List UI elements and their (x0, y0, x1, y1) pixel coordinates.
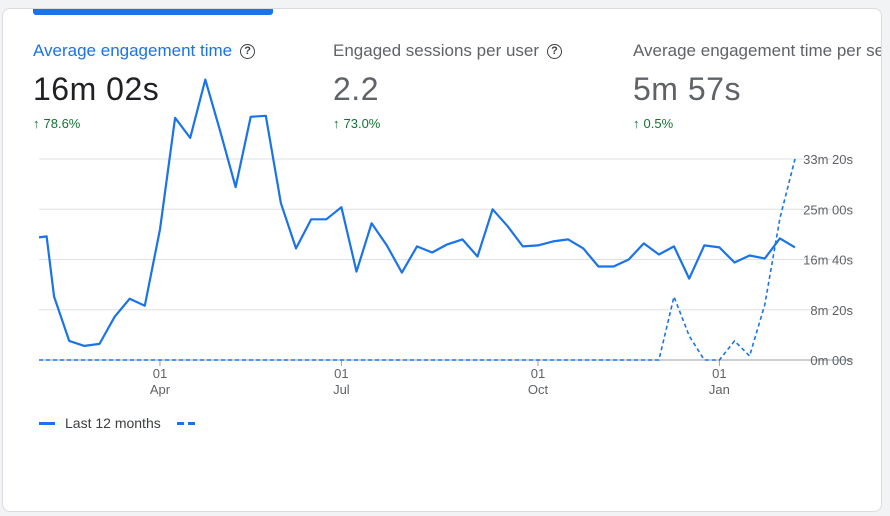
x-tick-month-label: Oct (528, 382, 549, 397)
y-tick-label: 16m 40s (803, 253, 853, 268)
y-tick-label: 33m 20s (803, 152, 853, 167)
x-tick-day-label: 01 (531, 366, 545, 381)
legend-solid-swatch (39, 421, 55, 425)
y-tick-label: 8m 20s (810, 303, 853, 318)
x-tick-day-label: 01 (712, 366, 726, 381)
x-tick-month-label: Apr (150, 382, 171, 397)
x-tick-month-label: Jul (333, 382, 350, 397)
engagement-line-chart: 0m 00s8m 20s16m 40s25m 00s33m 20s01Apr01… (38, 78, 853, 397)
y-tick-label: 0m 00s (810, 353, 853, 368)
legend-dashed-swatch (176, 421, 199, 425)
x-tick-day-label: 01 (153, 366, 167, 381)
engagement-card: Average engagement time ? 16m 02s ↑ 78.6… (2, 8, 882, 512)
y-tick-label: 25m 00s (803, 202, 853, 217)
x-tick-day-label: 01 (334, 366, 348, 381)
x-tick-month-label: Jan (709, 382, 730, 397)
chart-legend: Last 12 months (39, 415, 199, 431)
series-line-last-12-months (38, 78, 796, 347)
legend-label-current: Last 12 months (65, 415, 161, 431)
